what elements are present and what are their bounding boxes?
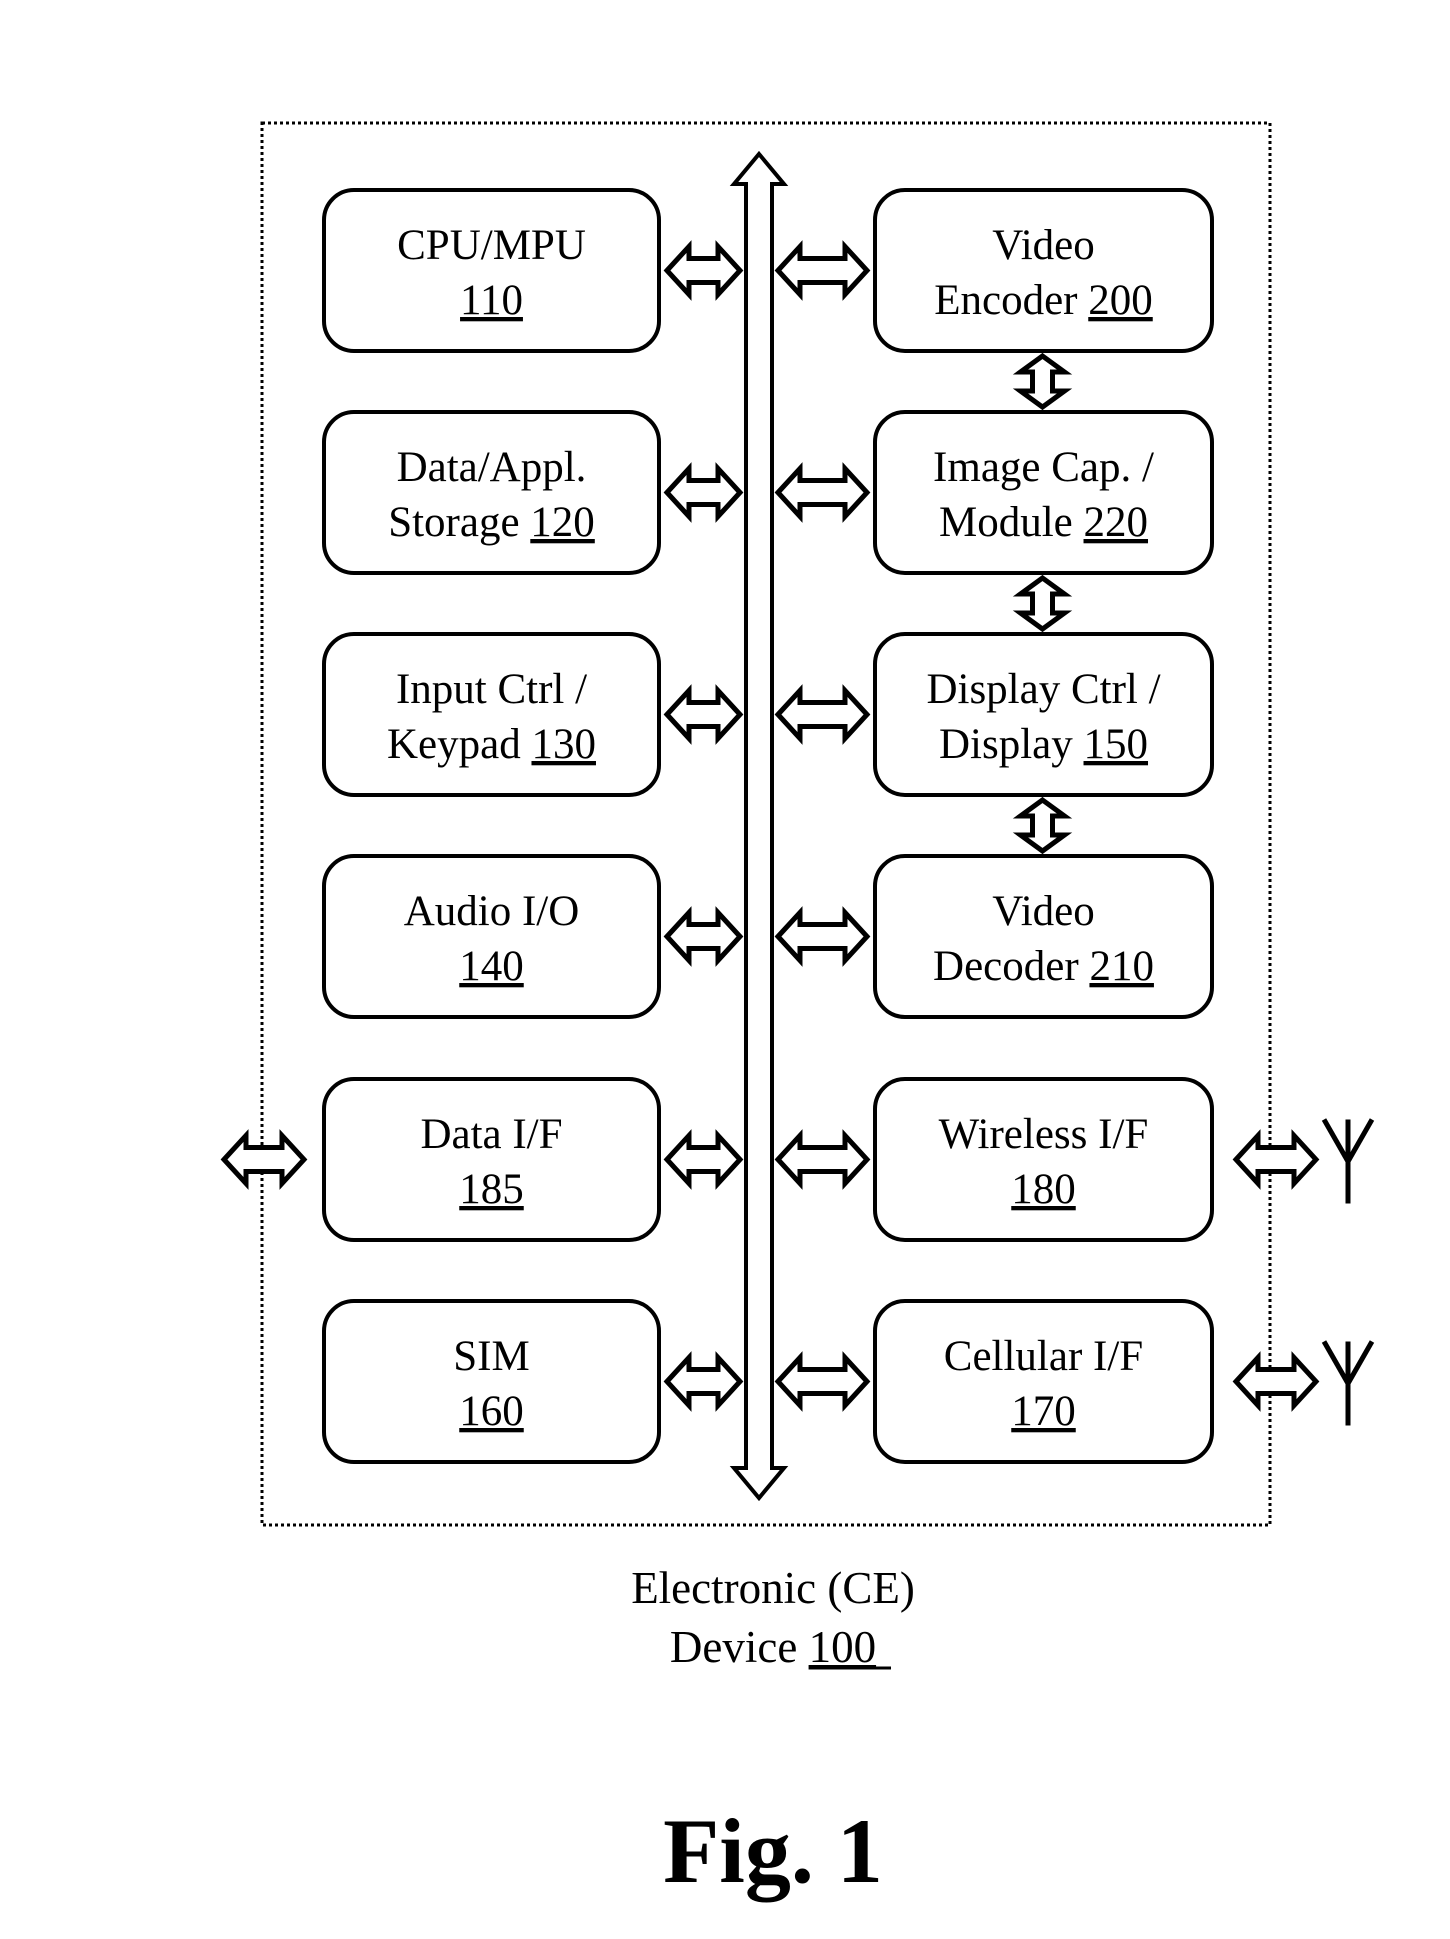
block-label-line1: Wireless I/F bbox=[939, 1111, 1149, 1158]
block-label-line2: Keypad 130 bbox=[387, 721, 596, 768]
block-ref-number: 120 bbox=[530, 499, 595, 546]
bus-link-wireless bbox=[774, 1129, 871, 1190]
system-bus-arrow bbox=[729, 150, 789, 1502]
block-label-line1: SIM bbox=[453, 1333, 529, 1380]
block-label-line2: Encoder 200 bbox=[934, 277, 1153, 324]
block-label-text: Module bbox=[939, 499, 1084, 546]
block-box bbox=[322, 410, 661, 575]
bus-link-cpu bbox=[663, 240, 744, 301]
block-wireless: Wireless I/F 180 bbox=[873, 1077, 1214, 1242]
block-label-text: Encoder bbox=[934, 277, 1088, 324]
block-ref-number: 180 bbox=[1011, 1166, 1076, 1213]
block-ref-number: 140 bbox=[459, 943, 524, 990]
block-audio: Audio I/O 140 bbox=[322, 854, 661, 1019]
block-label-text: Decoder bbox=[933, 943, 1089, 990]
block-image-capture: Image Cap. / Module 220 bbox=[873, 410, 1214, 575]
block-data-if: Data I/F 185 bbox=[322, 1077, 661, 1242]
block-display: Display Ctrl / Display 150 bbox=[873, 632, 1214, 797]
device-caption-line2: Device 100 bbox=[670, 1622, 876, 1672]
block-label-line1: Display Ctrl / bbox=[926, 666, 1160, 713]
block-ref-number: 210 bbox=[1089, 943, 1154, 990]
block-ref-number: 160 bbox=[459, 1388, 524, 1435]
block-label-line1: Data I/F bbox=[420, 1111, 562, 1158]
antenna-arm-right bbox=[1345, 1118, 1375, 1163]
block-ref-number: 220 bbox=[1084, 499, 1149, 546]
bus-link-display bbox=[774, 684, 871, 745]
block-ref-number: 130 bbox=[531, 721, 596, 768]
block-label-text: Storage bbox=[388, 499, 530, 546]
block-storage: Data/Appl. Storage 120 bbox=[322, 410, 661, 575]
block-label-line2: Storage 120 bbox=[388, 499, 595, 546]
block-ref-number: 185 bbox=[459, 1166, 524, 1213]
block-label-line2: Decoder 210 bbox=[933, 943, 1154, 990]
device-caption-text: Device bbox=[670, 1622, 809, 1672]
bus-link-image-capture bbox=[774, 462, 871, 523]
link-display-video-decoder bbox=[1012, 796, 1073, 855]
block-label-line2: Module 220 bbox=[939, 499, 1148, 546]
blocks-layer: CPU/MPU 110 Data/Appl. Storage 120 Input Ctr… bbox=[220, 188, 1375, 1464]
block-label-line2: 180 bbox=[1011, 1166, 1076, 1213]
block-label-line2: 110 bbox=[460, 277, 523, 324]
block-ref-number: 110 bbox=[460, 277, 523, 324]
figure-title: Fig. 1 bbox=[663, 1800, 883, 1902]
antenna-icon bbox=[1321, 1118, 1375, 1204]
antenna-arm-left bbox=[1321, 1340, 1351, 1385]
antenna-link-wireless bbox=[1232, 1129, 1320, 1190]
block-box bbox=[873, 1077, 1214, 1242]
block-input: Input Ctrl / Keypad 130 bbox=[322, 632, 661, 797]
block-label-line1: Audio I/O bbox=[404, 888, 580, 935]
block-ref-number: 170 bbox=[1011, 1388, 1076, 1435]
block-label-line2: 140 bbox=[459, 943, 524, 990]
bus-link-video-decoder bbox=[774, 906, 871, 967]
device-caption-line1: Electronic (CE) bbox=[631, 1563, 915, 1613]
block-label-line1: Data/Appl. bbox=[397, 444, 587, 491]
antenna-arm-left bbox=[1321, 1118, 1351, 1163]
block-box bbox=[873, 632, 1214, 797]
block-diagram: CPU/MPU 110 Data/Appl. Storage 120 Input Ctr… bbox=[220, 121, 1375, 1902]
antenna-arm-right bbox=[1345, 1340, 1375, 1385]
block-box bbox=[873, 854, 1214, 1019]
external-link-data-if bbox=[220, 1129, 308, 1190]
block-label-line1: Video bbox=[992, 222, 1095, 269]
block-sim: SIM 160 bbox=[322, 1299, 661, 1464]
block-box bbox=[322, 632, 661, 797]
block-box bbox=[322, 188, 661, 353]
device-ref-number: 100 bbox=[809, 1622, 877, 1672]
block-box bbox=[322, 1077, 661, 1242]
block-cpu: CPU/MPU 110 bbox=[322, 188, 661, 353]
bus-link-data-if bbox=[663, 1129, 744, 1190]
block-label-line1: Cellular I/F bbox=[944, 1333, 1143, 1380]
block-label-line2: 170 bbox=[1011, 1388, 1076, 1435]
bus-link-input bbox=[663, 684, 744, 745]
block-label-text: Display bbox=[939, 721, 1084, 768]
link-image-capture-display bbox=[1012, 574, 1073, 633]
block-label-line2: Display 150 bbox=[939, 721, 1148, 768]
link-video-encoder-image-capture bbox=[1012, 352, 1073, 411]
block-label-line1: CPU/MPU bbox=[397, 222, 586, 269]
block-video-encoder: Video Encoder 200 bbox=[873, 188, 1214, 353]
block-ref-number: 200 bbox=[1088, 277, 1153, 324]
block-label-line1: Image Cap. / bbox=[933, 444, 1154, 491]
bus-link-storage bbox=[663, 462, 744, 523]
block-box bbox=[322, 854, 661, 1019]
bus-link-sim bbox=[663, 1351, 744, 1412]
block-cellular: Cellular I/F 170 bbox=[873, 1299, 1214, 1464]
block-ref-number: 150 bbox=[1084, 721, 1149, 768]
antenna-icon bbox=[1321, 1340, 1375, 1426]
bus-link-video-encoder bbox=[774, 240, 871, 301]
block-label-line2: 185 bbox=[459, 1166, 524, 1213]
bus-link-audio bbox=[663, 906, 744, 967]
block-label-text: Keypad bbox=[387, 721, 531, 768]
block-label-line1: Input Ctrl / bbox=[396, 666, 587, 713]
block-video-decoder: Video Decoder 210 bbox=[873, 854, 1214, 1019]
block-box bbox=[873, 410, 1214, 575]
block-box bbox=[322, 1299, 661, 1464]
block-label-line1: Video bbox=[992, 888, 1095, 935]
block-box bbox=[873, 188, 1214, 353]
block-label-line2: 160 bbox=[459, 1388, 524, 1435]
block-box bbox=[873, 1299, 1214, 1464]
bus-link-cellular bbox=[774, 1351, 871, 1412]
antenna-link-cellular bbox=[1232, 1351, 1320, 1412]
